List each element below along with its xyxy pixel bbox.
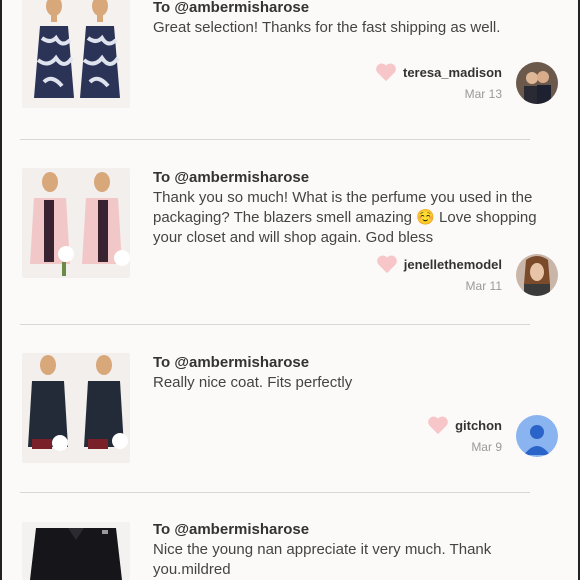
review-recipient[interactable]: To @ambermisharose [153,353,553,373]
review-item: To @ambermisharose Thank you so much! Wh… [20,168,560,298]
review-divider [20,139,530,140]
review-divider [20,492,530,493]
heart-icon[interactable] [376,254,398,274]
reviewer-username[interactable]: jenellethemodel [404,257,502,272]
review-date: Mar 13 [464,87,502,101]
reviewer-username[interactable]: gitchon [455,418,502,433]
review-item: To @ambermisharose Great selection! Than… [20,0,560,130]
review-message: Thank you so much! What is the perfume y… [153,189,537,246]
reviewer-username[interactable]: teresa_madison [403,65,502,80]
review-recipient[interactable]: To @ambermisharose [153,168,553,188]
review-date: Mar 11 [465,279,502,293]
product-thumbnail[interactable] [22,168,130,278]
review-item: To @ambermisharose Really nice coat. Fit… [20,353,560,483]
heart-icon[interactable] [375,62,397,82]
review-item: To @ambermisharose Nice the young nan ap… [20,520,560,580]
review-recipient[interactable]: To @ambermisharose [153,0,553,18]
review-recipient[interactable]: To @ambermisharose [153,520,553,540]
review-message: Nice the young nan appreciate it very mu… [153,541,492,578]
default-user-icon[interactable] [516,415,558,457]
product-thumbnail[interactable] [22,353,130,463]
review-date: Mar 9 [471,440,502,454]
reviewer-avatar[interactable] [516,62,558,104]
review-message: Really nice coat. Fits perfectly [153,374,353,391]
reviewer-avatar[interactable] [516,254,558,296]
review-message: Great selection! Thanks for the fast shi… [153,19,501,36]
heart-icon[interactable] [427,415,449,435]
product-thumbnail[interactable] [22,522,130,580]
review-divider [20,324,530,325]
frame-edge-left [0,0,2,580]
product-thumbnail[interactable] [22,0,130,108]
